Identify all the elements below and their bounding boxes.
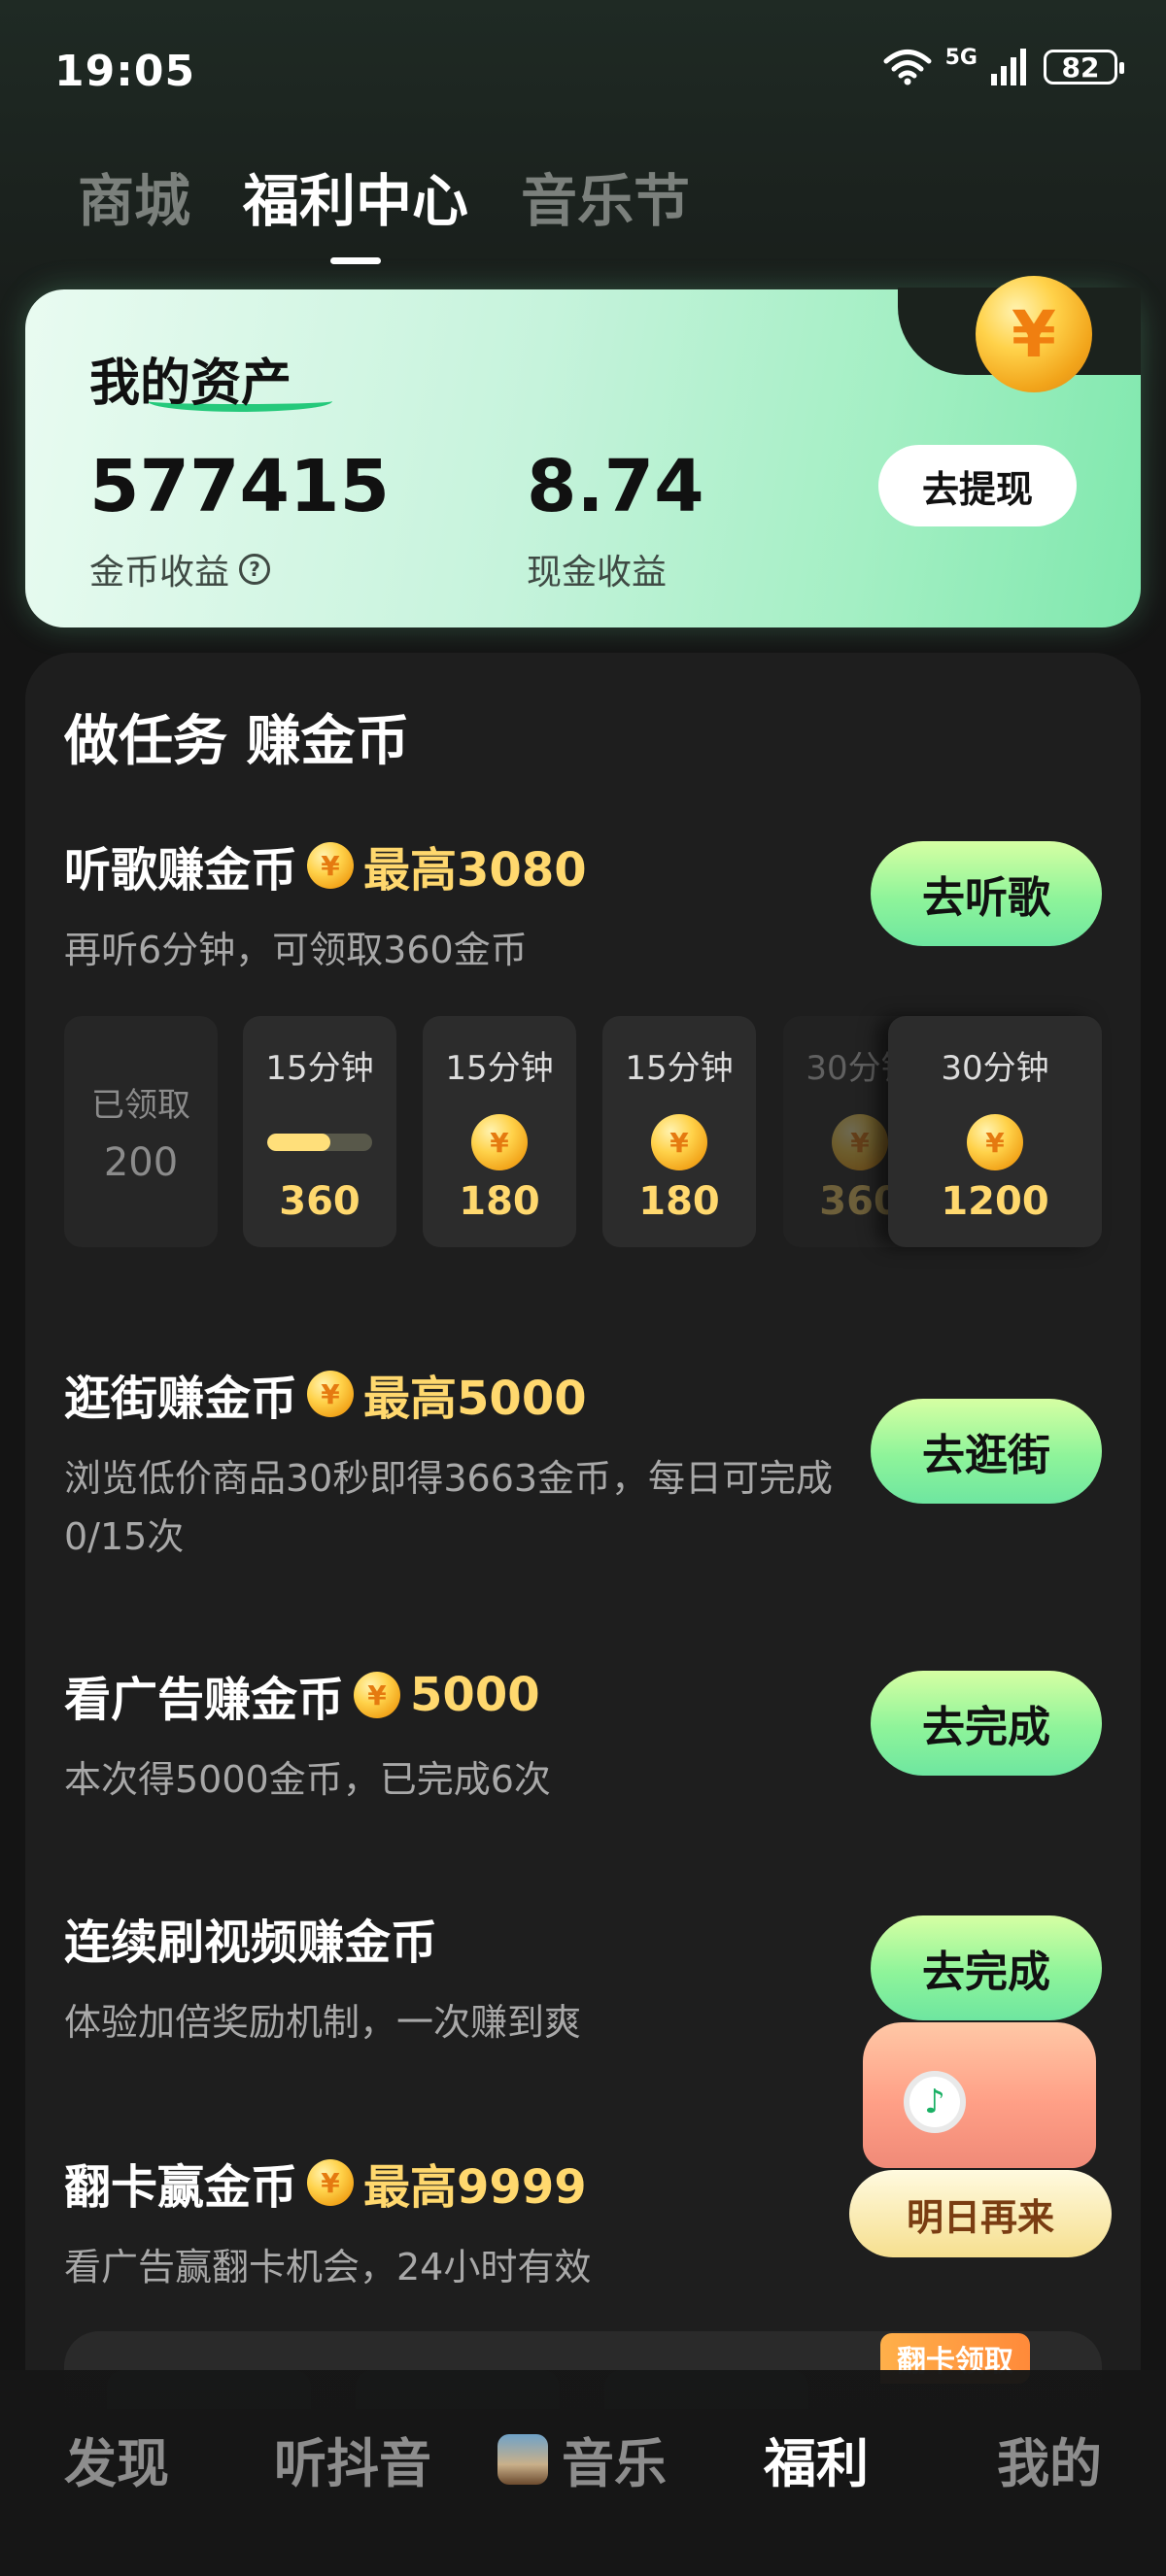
tab-mall[interactable]: 商城 — [78, 155, 190, 237]
go-complete-ad-button[interactable]: 去完成 — [871, 1671, 1102, 1776]
tab-welfare-center[interactable]: 福利中心 — [243, 155, 468, 264]
task-video-streak: 连续刷视频赚金币 体验加倍奖励机制，一次赚到爽 — [64, 1904, 841, 2051]
task-reward: 最高3080 — [363, 843, 587, 898]
task-title: 看广告赚金币 — [64, 1673, 345, 1727]
timeline-label: 15分钟 — [625, 1049, 734, 1088]
go-shopping-button[interactable]: 去逛街 — [871, 1399, 1102, 1504]
coins-value: 577415 — [89, 445, 390, 528]
task-reward: 最高5000 — [363, 1372, 587, 1426]
task-title: 翻卡赢金币 — [64, 2160, 298, 2215]
nav-discover[interactable]: 发现 — [64, 2421, 169, 2497]
timeline-label: 已领取 — [91, 1086, 190, 1125]
coin-icon: ¥ — [651, 1114, 707, 1170]
timeline-progress-bar — [267, 1134, 372, 1151]
task-listen: 听歌赚金币 ¥ 最高3080 再听6分钟，可领取360金币 — [64, 831, 841, 979]
timeline-step[interactable]: 15分钟 360 — [243, 1016, 396, 1247]
timeline-label: 15分钟 — [445, 1049, 554, 1088]
timeline-claimed: 已领取 200 — [64, 1016, 218, 1247]
withdraw-button[interactable]: 去提现 — [878, 445, 1077, 526]
status-time: 19:05 — [54, 47, 196, 96]
go-listen-button[interactable]: 去听歌 — [871, 841, 1102, 946]
battery-icon: 82 — [1044, 50, 1124, 85]
timeline-label: 15分钟 — [265, 1049, 374, 1088]
timeline-step[interactable]: 15分钟 ¥ 180 — [602, 1016, 756, 1247]
lock-icon: ♪ — [904, 2071, 966, 2133]
task-flip-card: 翻卡赢金币 ¥ 最高9999 看广告赢翻卡机会，24小时有效 — [64, 2149, 841, 2296]
tasks-section-title: 做任务 赚金币 — [64, 710, 410, 773]
coins-label-row[interactable]: 金币收益 ? — [89, 544, 271, 594]
timeline-value: 180 — [459, 1179, 540, 1224]
asset-card: ¥ 我的资产 577415 金币收益 ? 8.74 现金收益 去提现 — [25, 276, 1141, 627]
task-title: 逛街赚金币 — [64, 1372, 298, 1426]
timeline-value: 360 — [279, 1179, 360, 1224]
nav-music-label: 音乐 — [562, 2433, 667, 2494]
come-back-tomorrow-button[interactable]: 明日再来 — [849, 2170, 1112, 2257]
coin-icon: ¥ — [354, 1672, 401, 1718]
nav-welfare[interactable]: 福利 — [764, 2421, 869, 2497]
timeline-value: 200 — [103, 1140, 179, 1185]
task-subtitle: 体验加倍奖励机制，一次赚到爽 — [64, 2001, 582, 2044]
gold-coin-icon: ¥ — [976, 276, 1092, 392]
timeline-progress-fill — [267, 1134, 330, 1151]
task-reward: 最高9999 — [363, 2160, 587, 2215]
task-title: 连续刷视频赚金币 — [64, 1915, 438, 1970]
task-subtitle: 本次得5000金币，已完成6次 — [64, 1758, 551, 1801]
signal-icon — [991, 49, 1026, 85]
coins-label: 金币收益 — [89, 553, 230, 593]
cash-value: 8.74 — [527, 445, 704, 528]
wifi-icon — [883, 50, 932, 85]
timeline-label: 30分钟 — [941, 1049, 1049, 1088]
asset-title: 我的资产 — [89, 355, 292, 413]
coin-icon: ¥ — [471, 1114, 528, 1170]
top-tabs: 商城 福利中心 音乐节 — [78, 155, 690, 264]
task-shopping: 逛街赚金币 ¥ 最高5000 浏览低价商品30秒即得3663金币，每日可完成0/… — [64, 1360, 841, 1566]
coin-stack-icon: ¥ — [967, 1114, 1023, 1170]
timeline-step[interactable]: 15分钟 ¥ 180 — [423, 1016, 576, 1247]
task-subtitle: 浏览低价商品30秒即得3663金币，每日可完成0/15次 — [64, 1457, 834, 1558]
timeline-step[interactable]: 30分钟 ¥ 1200 — [888, 1016, 1102, 1247]
task-subtitle: 再听6分钟，可领取360金币 — [64, 929, 528, 971]
network-label: 5G — [944, 45, 977, 70]
help-icon[interactable]: ? — [239, 554, 271, 585]
nav-listen-douyin[interactable]: 听抖音 — [274, 2421, 431, 2497]
nav-me[interactable]: 我的 — [997, 2421, 1102, 2497]
task-title: 听歌赚金币 — [64, 843, 298, 898]
coin-icon: ¥ — [832, 1114, 888, 1170]
treasure-chest-icon[interactable] — [863, 2022, 1096, 2168]
music-cover-icon — [497, 2433, 548, 2485]
task-reward: 5000 — [410, 1668, 540, 1722]
timeline-value: 180 — [638, 1179, 720, 1224]
battery-level: 82 — [1061, 51, 1100, 84]
coin-icon: ¥ — [307, 842, 355, 889]
cash-label: 现金收益 — [527, 553, 668, 593]
timeline-value: 1200 — [941, 1179, 1049, 1224]
task-watch-ad: 看广告赚金币 ¥ 5000 本次得5000金币，已完成6次 — [64, 1661, 841, 1809]
tab-music-festival[interactable]: 音乐节 — [521, 155, 690, 237]
coin-icon: ¥ — [307, 1371, 355, 1417]
task-subtitle: 看广告赢翻卡机会，24小时有效 — [64, 2246, 592, 2288]
nav-music[interactable]: 音乐 — [497, 2421, 667, 2497]
coin-icon: ¥ — [307, 2159, 355, 2206]
status-bar: 19:05 5G 82 — [0, 0, 1166, 146]
go-complete-video-button[interactable]: 去完成 — [871, 1915, 1102, 2020]
